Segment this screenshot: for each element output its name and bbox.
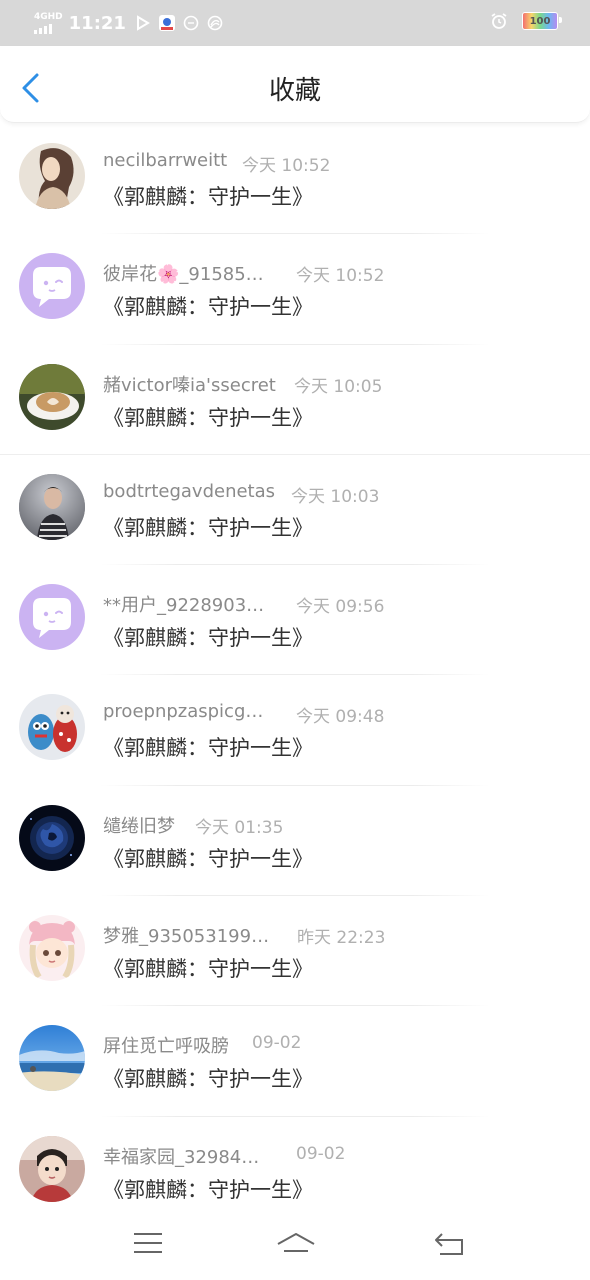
row-title: 《郭麒麟：守护一生》 (103, 185, 313, 209)
list-item[interactable]: 缱绻旧梦 今天 01:35 《郭麒麟：守护一生》 (0, 786, 590, 897)
row-time: 今天 01:35 (195, 817, 284, 838)
back-arrow-icon (435, 1233, 463, 1255)
row-username: necilbarrweitt (103, 150, 228, 171)
row-title: 《郭麒麟：守护一生》 (103, 405, 313, 430)
row-time: 今天 09:48 (296, 707, 385, 728)
row-username: proepnpzaspicg… (103, 701, 264, 723)
row-time: 09-02 (252, 1033, 302, 1054)
row-title: 《郭麒麟：守护一生》 (103, 1067, 313, 1092)
avatar[interactable] (19, 804, 85, 871)
row-time: 今天 09:56 (296, 597, 385, 618)
avatar[interactable] (19, 694, 85, 761)
row-time: 今天 10:52 (296, 266, 385, 287)
status-bar-left: 4GHD 11:21 (34, 10, 230, 36)
favorites-list: necilbarrweitt 今天 10:52 《郭麒麟：守护一生》 彼岸花🌸_… (0, 124, 590, 1227)
app-notification-icon (158, 14, 176, 32)
avatar[interactable] (19, 584, 85, 651)
status-time: 11:21 (68, 12, 126, 34)
signal-icon: 4GHD (34, 11, 63, 34)
list-item[interactable]: bodtrtegavdenetas 今天 10:03 《郭麒麟：守护一生》 (0, 455, 590, 566)
list-item[interactable]: proepnpzaspicg… 今天 09:48 《郭麒麟：守护一生》 (0, 675, 590, 786)
row-time: 09-02 (296, 1143, 346, 1164)
row-username: 幸福家园_32984… (103, 1146, 260, 1168)
status-bar-right: 100 (490, 12, 562, 30)
avatar[interactable] (19, 473, 85, 540)
list-item[interactable]: necilbarrweitt 今天 10:52 《郭麒麟：守护一生》 (0, 124, 590, 235)
circle-icon (182, 14, 200, 32)
row-title: 《郭麒麟：守护一生》 (103, 957, 313, 982)
list-item[interactable]: **用户_9228903… 今天 09:56 《郭麒麟：守护一生》 (0, 565, 590, 676)
header: 收藏 (0, 46, 590, 123)
menu-button[interactable] (130, 1228, 166, 1258)
list-item[interactable]: 赭victor嗪ia'ssecret 今天 10:05 《郭麒麟：守护一生》 (0, 345, 590, 455)
status-bar: 4GHD 11:21 100 (0, 0, 590, 46)
row-username: 赭victor嗪ia'ssecret (103, 374, 276, 396)
row-username: 彼岸花🌸_91585… (103, 264, 264, 286)
play-icon (134, 14, 152, 32)
avatar[interactable] (19, 1135, 85, 1202)
row-title: 《郭麒麟：守护一生》 (103, 1177, 313, 1202)
avatar[interactable] (19, 915, 85, 982)
home-button[interactable] (275, 1228, 317, 1258)
row-username: 梦雅_935053199… (103, 926, 270, 948)
row-time: 今天 10:03 (291, 486, 380, 507)
row-title: 《郭麒麟：守护一生》 (103, 626, 313, 651)
avatar[interactable] (19, 363, 85, 430)
list-item[interactable]: 屏住觅亡呼吸膀 09-02 《郭麒麟：守护一生》 (0, 1006, 590, 1117)
row-title: 《郭麒麟：守护一生》 (103, 736, 313, 761)
row-username: **用户_9228903… (103, 595, 265, 617)
list-item[interactable]: 彼岸花🌸_91585… 今天 10:52 《郭麒麟：守护一生》 (0, 234, 590, 345)
row-username: bodtrtegavdenetas (103, 480, 276, 502)
row-title: 《郭麒麟：守护一生》 (103, 515, 313, 540)
network-type: 4GHD (34, 11, 63, 22)
page-title: 收藏 (268, 76, 321, 106)
row-title: 《郭麒麟：守护一生》 (103, 295, 313, 320)
row-username: 屏住觅亡呼吸膀 (103, 1036, 229, 1058)
back-nav-button[interactable] (432, 1228, 468, 1258)
avatar[interactable] (19, 143, 85, 209)
list-item[interactable]: 梦雅_935053199… 昨天 22:23 《郭麒麟：守护一生》 (0, 896, 590, 1007)
battery-icon: 100 (522, 12, 562, 30)
row-time: 昨天 22:23 (297, 928, 386, 949)
row-time: 今天 10:05 (294, 376, 383, 397)
home-icon (277, 1233, 315, 1252)
alarm-icon (490, 12, 508, 30)
navigation-bar (0, 1210, 590, 1280)
row-username: 缱绻旧梦 (103, 815, 175, 837)
avatar[interactable] (19, 253, 85, 320)
row-time: 今天 10:52 (242, 156, 331, 176)
row-title: 《郭麒麟：守护一生》 (103, 846, 313, 871)
sync-icon (206, 14, 224, 32)
menu-icon (134, 1233, 162, 1253)
avatar[interactable] (19, 1025, 85, 1092)
